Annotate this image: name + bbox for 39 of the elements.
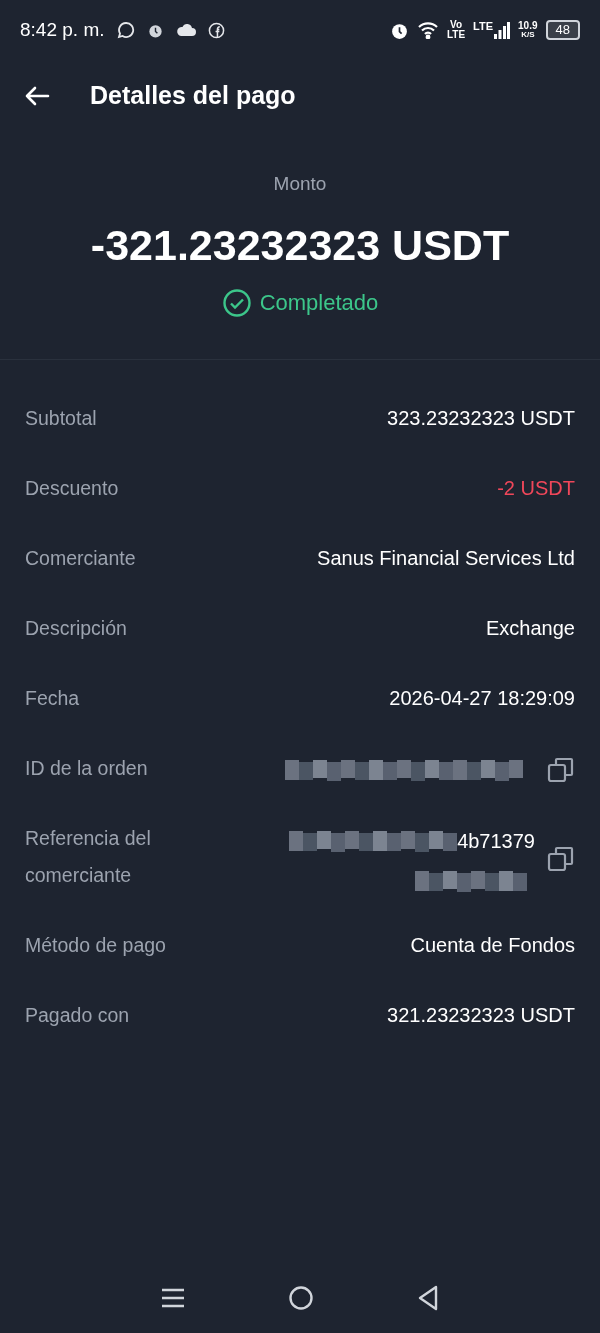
detail-value: Cuenta de Fondos	[410, 933, 575, 959]
status-time: 8:42 p. m.	[20, 17, 105, 42]
detail-value: 323.23232323 USDT	[387, 406, 575, 432]
detail-label: Comerciante	[25, 546, 137, 572]
network-unit: K/S	[521, 31, 535, 39]
wifi-icon	[416, 21, 439, 39]
facebook-icon	[207, 21, 225, 39]
chat-icon	[116, 21, 135, 39]
detail-value: Sanus Financial Services Ltd	[317, 546, 575, 572]
detail-label: Referencia del comerciante	[25, 826, 152, 889]
volte-label: Vo	[450, 20, 463, 30]
detail-label: Subtotal	[25, 406, 98, 432]
page-title: Detalles del pago	[90, 80, 296, 112]
copy-icon[interactable]	[547, 845, 575, 874]
detail-label: Fecha	[25, 686, 81, 712]
cloud-icon	[175, 23, 196, 37]
battery-icon: 48	[545, 20, 580, 40]
copy-icon[interactable]	[547, 756, 575, 785]
reference-value: 4b71379	[457, 829, 535, 855]
status-label: Completado	[259, 289, 379, 318]
detail-label: Método de pago	[25, 933, 167, 959]
detail-value: -2 USDT	[497, 476, 575, 502]
menu-icon[interactable]	[161, 1287, 186, 1309]
home-icon[interactable]	[288, 1285, 314, 1311]
detail-value: Exchange	[486, 616, 575, 642]
network-speed: 10.9	[518, 21, 538, 31]
detail-label: Descripción	[25, 616, 128, 642]
signal-icon	[494, 21, 511, 39]
detail-value: 321.23232323 USDT	[387, 1003, 575, 1029]
detail-label: Descuento	[25, 476, 120, 502]
detail-label: Pagado con	[25, 1003, 131, 1029]
back-icon[interactable]	[416, 1285, 439, 1311]
back-arrow-icon[interactable]	[24, 85, 50, 107]
detail-label: ID de la orden	[25, 756, 149, 782]
detail-value: 2026-04-27 18:29:09	[389, 686, 575, 712]
lte-label: LTE	[473, 21, 494, 32]
volte-label: LTE	[446, 30, 466, 40]
amount-value: -321.23232323 USDT	[90, 219, 510, 271]
amount-label: Monto	[273, 172, 327, 196]
